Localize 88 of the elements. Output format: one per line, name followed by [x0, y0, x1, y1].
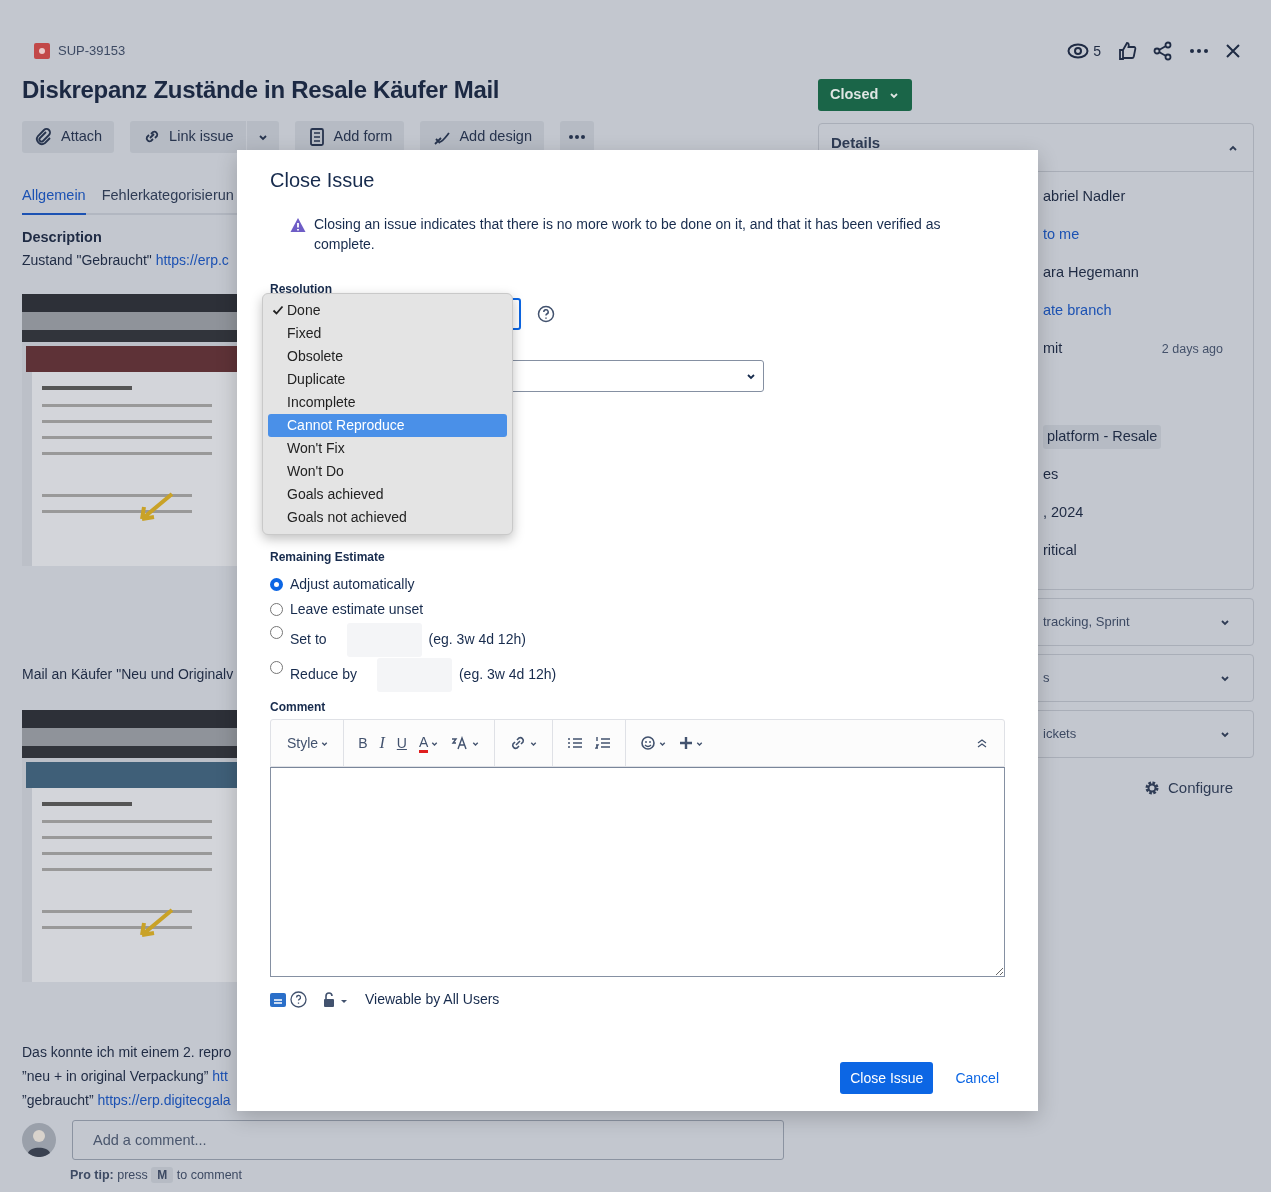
- close-issue-button[interactable]: Close Issue: [840, 1062, 934, 1094]
- field-value: ritical: [1043, 541, 1077, 561]
- italic-button[interactable]: I: [373, 728, 391, 758]
- eye-icon: [1067, 43, 1090, 59]
- bug-icon: [34, 43, 50, 59]
- field-label: Remaining Estimate: [270, 549, 386, 566]
- bold-button[interactable]: B: [352, 728, 374, 758]
- tag: platform - Resale: [1043, 425, 1162, 449]
- lock-icon[interactable]: [323, 991, 349, 1008]
- field-value: ara Hegemann: [1043, 263, 1139, 283]
- editor-icon[interactable]: [270, 992, 286, 1007]
- dropdown-option[interactable]: Fixed: [268, 322, 507, 345]
- visibility-text: Viewable by All Users: [365, 990, 500, 1009]
- issue-title: Diskrepanz Zustände in Resale Käufer Mail: [22, 76, 501, 105]
- avatar: [22, 1123, 56, 1158]
- dropdown-option[interactable]: Done: [268, 299, 507, 322]
- emoji-icon: [640, 735, 657, 751]
- more-icon: [568, 133, 586, 140]
- radio-label: Leave estimate unset: [290, 600, 424, 619]
- watchers-button[interactable]: 5: [1067, 40, 1101, 62]
- dropdown-option[interactable]: Duplicate: [268, 368, 507, 391]
- link[interactable]: https://erp.c: [155, 252, 229, 269]
- pro-tip-text: Pro tip: press M to comment: [70, 1166, 244, 1186]
- settings-icon: [1144, 780, 1160, 797]
- action-button[interactable]: Attach: [22, 120, 115, 153]
- link[interactable]: https://erp.digitecgala: [97, 1092, 231, 1109]
- issue-key[interactable]: SUP-39153: [58, 41, 126, 61]
- radio-label: Reduce by: [290, 665, 357, 684]
- hint-text: (eg. 3w 4d 12h): [428, 630, 526, 649]
- share-icon[interactable]: [1153, 41, 1173, 61]
- paperclip-icon: [34, 126, 54, 147]
- description-text: Zustand "Gebraucht" https://erp.c: [22, 251, 229, 271]
- dropdown-option[interactable]: Won't Do: [268, 460, 507, 483]
- radio-button[interactable]: [270, 626, 283, 639]
- details-heading: Details: [831, 133, 881, 153]
- radio-button[interactable]: [270, 578, 283, 591]
- cancel-button[interactable]: Cancel: [949, 1062, 1005, 1094]
- status-button[interactable]: Closed: [818, 79, 913, 111]
- help-icon[interactable]: [537, 305, 555, 323]
- field-value: es: [1043, 465, 1059, 485]
- hint-text: (eg. 3w 4d 12h): [458, 665, 557, 684]
- warning-text: Closing an issue indicates that there is no more work to be done on it, and that it has been verified as complete.: [314, 215, 942, 254]
- radio-label: Set to: [290, 630, 327, 649]
- help-icon[interactable]: [290, 991, 307, 1008]
- timestamp: 2 days ago: [1161, 340, 1223, 358]
- field-value: mit: [1043, 339, 1063, 359]
- field-value: abriel Nadler: [1043, 187, 1126, 207]
- field-label: Comment: [270, 699, 327, 716]
- field-label: Resolution: [270, 281, 333, 298]
- description-text: ”gebraucht” https://erp.digitecgala: [22, 1091, 231, 1111]
- font-size-icon: [451, 736, 470, 750]
- dropdown-option[interactable]: Goals not achieved: [268, 506, 507, 529]
- numbered-list-icon: [595, 736, 612, 750]
- link[interactable]: ate branch: [1043, 300, 1112, 322]
- configure-button[interactable]: Configure: [1138, 776, 1240, 801]
- dropdown-option[interactable]: Goals achieved: [268, 483, 507, 506]
- tab[interactable]: Fehlerkategorisierun: [101, 180, 234, 215]
- more-icon[interactable]: [1189, 48, 1209, 54]
- close-icon[interactable]: [1225, 43, 1241, 59]
- radio-label: Adjust automatically: [290, 575, 415, 594]
- tab[interactable]: Allgemein: [22, 180, 86, 215]
- action-button[interactable]: Link issue: [130, 120, 246, 153]
- underline-button[interactable]: U: [390, 728, 413, 758]
- description-heading: Description: [22, 227, 102, 247]
- comment-field[interactable]: Add a comment...: [72, 1120, 784, 1161]
- dialog-title: Close Issue: [270, 168, 376, 192]
- thumbs-up-icon[interactable]: [1117, 41, 1137, 61]
- dropdown-option[interactable]: Incomplete: [268, 391, 507, 414]
- key-hint: M: [151, 1167, 174, 1184]
- field-value: , 2024: [1043, 503, 1084, 523]
- radio-button[interactable]: [270, 603, 283, 616]
- action-button[interactable]: Add form: [294, 120, 405, 153]
- dropdown-option[interactable]: Obsolete: [268, 345, 507, 368]
- dropdown-option[interactable]: Won't Fix: [268, 437, 507, 460]
- radio-button[interactable]: [270, 661, 283, 674]
- action-button[interactable]: Add design: [420, 120, 544, 153]
- link[interactable]: htt: [212, 1068, 228, 1085]
- description-text: Das konnte ich mit einem 2. repro: [22, 1043, 232, 1063]
- description-text: Mail an Käufer "Neu und Originalv: [22, 665, 234, 685]
- link[interactable]: to me: [1043, 224, 1080, 246]
- plus-icon: [679, 736, 694, 750]
- collapse-icon: [976, 738, 988, 748]
- bullet-list-icon: [567, 736, 584, 750]
- warning-icon: [290, 217, 306, 233]
- style-dropdown[interactable]: Style: [281, 728, 336, 758]
- description-text: ”neu + in original Verpackung” htt: [22, 1067, 228, 1087]
- more-button[interactable]: [560, 120, 594, 153]
- text-color-button[interactable]: A: [412, 728, 446, 758]
